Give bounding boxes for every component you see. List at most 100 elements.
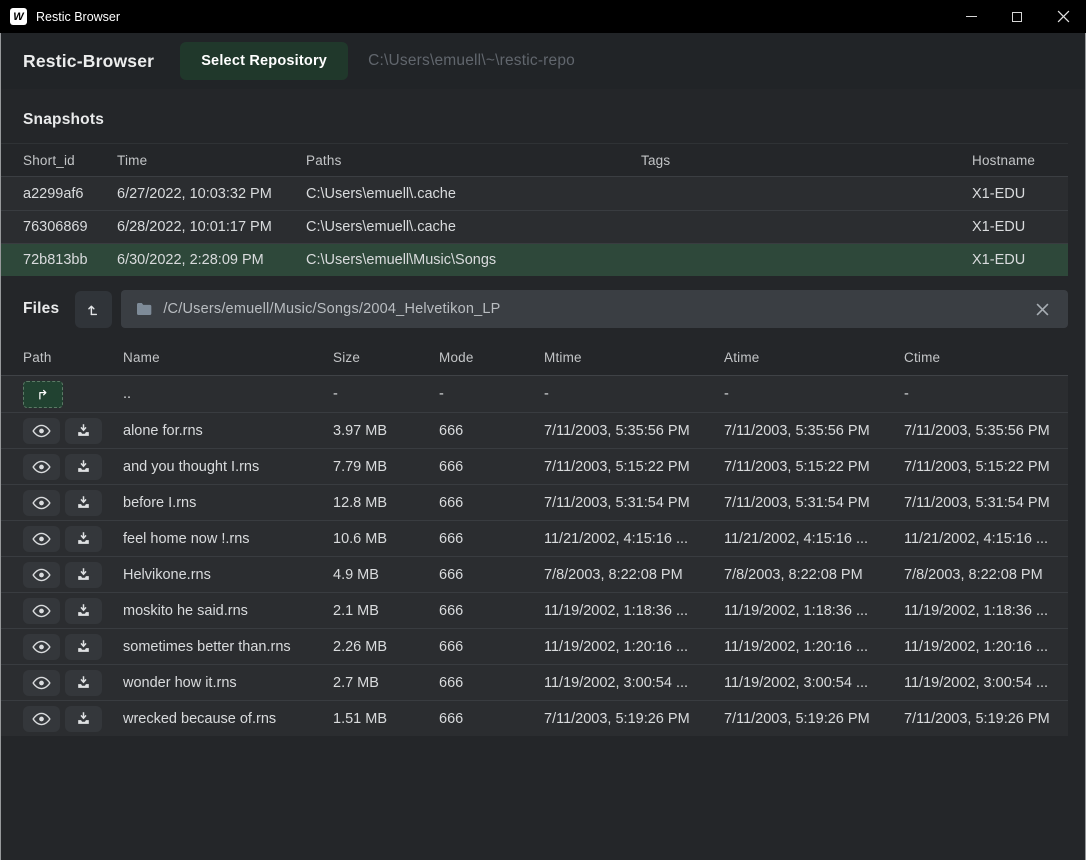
- file-mode: 666: [439, 531, 544, 547]
- column-header-short-id: Short_id: [23, 153, 117, 168]
- file-row[interactable]: wrecked because of.rns 1.51 MB 666 7/11/…: [1, 700, 1068, 736]
- snapshot-paths: C:\Users\emuell\.cache: [306, 219, 641, 235]
- file-row[interactable]: wonder how it.rns 2.7 MB 666 11/19/2002,…: [1, 664, 1068, 700]
- file-ctime: 11/19/2002, 3:00:54 ...: [904, 675, 1068, 691]
- view-file-button[interactable]: [23, 706, 60, 732]
- file-row[interactable]: sometimes better than.rns 2.26 MB 666 11…: [1, 628, 1068, 664]
- snapshot-time: 6/27/2022, 10:03:32 PM: [117, 186, 306, 202]
- download-icon: [76, 603, 91, 618]
- view-file-button[interactable]: [23, 670, 60, 696]
- maximize-button[interactable]: [994, 0, 1040, 33]
- file-mtime: 7/11/2003, 5:19:26 PM: [544, 711, 724, 727]
- download-file-button[interactable]: [65, 634, 102, 660]
- file-atime: 7/11/2003, 5:19:26 PM: [724, 711, 904, 727]
- view-file-button[interactable]: [23, 598, 60, 624]
- parent-directory-button[interactable]: [23, 381, 63, 408]
- snapshot-row[interactable]: 76306869 6/28/2022, 10:01:17 PM C:\Users…: [1, 210, 1068, 243]
- download-file-button[interactable]: [65, 526, 102, 552]
- snapshot-row-selected[interactable]: 72b813bb 6/30/2022, 2:28:09 PM C:\Users\…: [1, 243, 1068, 276]
- download-file-button[interactable]: [65, 562, 102, 588]
- view-file-button[interactable]: [23, 562, 60, 588]
- snapshot-paths: C:\Users\emuell\Music\Songs: [306, 252, 641, 268]
- file-mode: 666: [439, 459, 544, 475]
- file-size: -: [333, 386, 439, 402]
- download-file-button[interactable]: [65, 598, 102, 624]
- file-mtime: 11/19/2002, 3:00:54 ...: [544, 675, 724, 691]
- download-file-button[interactable]: [65, 706, 102, 732]
- snapshots-section-title: Snapshots: [1, 89, 1085, 143]
- file-row[interactable]: feel home now !.rns 10.6 MB 666 11/21/20…: [1, 520, 1068, 556]
- file-name: feel home now !.rns: [123, 531, 333, 547]
- file-mode: 666: [439, 675, 544, 691]
- snapshot-paths: C:\Users\emuell\.cache: [306, 186, 641, 202]
- file-ctime: 11/19/2002, 1:18:36 ...: [904, 603, 1068, 619]
- file-mode: 666: [439, 639, 544, 655]
- clear-icon: [1036, 303, 1049, 316]
- file-row[interactable]: before I.rns 12.8 MB 666 7/11/2003, 5:31…: [1, 484, 1068, 520]
- file-ctime: 7/11/2003, 5:31:54 PM: [904, 495, 1068, 511]
- view-file-button[interactable]: [23, 634, 60, 660]
- file-ctime: -: [904, 386, 1068, 402]
- eye-icon: [32, 712, 51, 726]
- file-mode: 666: [439, 495, 544, 511]
- app-header: Restic-Browser Select Repository C:\User…: [1, 33, 1085, 89]
- download-icon: [76, 567, 91, 582]
- snapshots-table-header: Short_id Time Paths Tags Hostname: [1, 143, 1068, 177]
- file-size: 12.8 MB: [333, 495, 439, 511]
- file-mtime: 7/11/2003, 5:35:56 PM: [544, 423, 724, 439]
- download-icon: [76, 711, 91, 726]
- download-file-button[interactable]: [65, 490, 102, 516]
- file-mtime: 7/11/2003, 5:31:54 PM: [544, 495, 724, 511]
- current-path-bar[interactable]: /C/Users/emuell/Music/Songs/2004_Helveti…: [121, 290, 1068, 328]
- view-file-button[interactable]: [23, 490, 60, 516]
- download-file-button[interactable]: [65, 454, 102, 480]
- file-atime: 7/11/2003, 5:31:54 PM: [724, 495, 904, 511]
- download-file-button[interactable]: [65, 670, 102, 696]
- titlebar: W Restic Browser: [0, 0, 1086, 33]
- file-atime: 7/11/2003, 5:15:22 PM: [724, 459, 904, 475]
- file-row[interactable]: alone for.rns 3.97 MB 666 7/11/2003, 5:3…: [1, 412, 1068, 448]
- download-icon: [76, 531, 91, 546]
- file-size: 4.9 MB: [333, 567, 439, 583]
- snapshot-row[interactable]: a2299af6 6/27/2022, 10:03:32 PM C:\Users…: [1, 177, 1068, 210]
- file-atime: 11/19/2002, 1:20:16 ...: [724, 639, 904, 655]
- parent-directory-row[interactable]: .. - - - - -: [1, 376, 1068, 412]
- file-row[interactable]: and you thought I.rns 7.79 MB 666 7/11/2…: [1, 448, 1068, 484]
- column-header-hostname: Hostname: [972, 153, 1068, 168]
- clear-path-button[interactable]: [1032, 299, 1053, 320]
- file-atime: 11/19/2002, 3:00:54 ...: [724, 675, 904, 691]
- file-size: 10.6 MB: [333, 531, 439, 547]
- download-file-button[interactable]: [65, 418, 102, 444]
- repository-path: C:\Users\emuell\~\restic-repo: [368, 52, 575, 70]
- file-name: before I.rns: [123, 495, 333, 511]
- eye-icon: [32, 604, 51, 618]
- download-icon: [76, 639, 91, 654]
- file-size: 7.79 MB: [333, 459, 439, 475]
- minimize-button[interactable]: [948, 0, 994, 33]
- view-file-button[interactable]: [23, 526, 60, 552]
- arrow-up-right-icon: [34, 387, 52, 402]
- file-row[interactable]: moskito he said.rns 2.1 MB 666 11/19/200…: [1, 592, 1068, 628]
- snapshot-hostname: X1-EDU: [972, 186, 1068, 202]
- select-repository-button[interactable]: Select Repository: [180, 42, 348, 80]
- view-file-button[interactable]: [23, 454, 60, 480]
- download-icon: [76, 675, 91, 690]
- file-name: sometimes better than.rns: [123, 639, 333, 655]
- file-ctime: 7/11/2003, 5:19:26 PM: [904, 711, 1068, 727]
- snapshots-table: Short_id Time Paths Tags Hostname a2299a…: [1, 143, 1068, 276]
- window-title: Restic Browser: [36, 10, 120, 24]
- file-row[interactable]: Helvikone.rns 4.9 MB 666 7/8/2003, 8:22:…: [1, 556, 1068, 592]
- file-mtime: 11/19/2002, 1:18:36 ...: [544, 603, 724, 619]
- download-icon: [76, 459, 91, 474]
- dump-snapshot-button[interactable]: [75, 291, 112, 328]
- file-size: 2.7 MB: [333, 675, 439, 691]
- snapshot-hostname: X1-EDU: [972, 219, 1068, 235]
- app-icon: W: [10, 8, 27, 25]
- view-file-button[interactable]: [23, 418, 60, 444]
- column-header-size: Size: [333, 350, 439, 365]
- window-controls: [948, 0, 1086, 33]
- file-name: moskito he said.rns: [123, 603, 333, 619]
- file-name: and you thought I.rns: [123, 459, 333, 475]
- close-button[interactable]: [1040, 0, 1086, 33]
- file-mode: 666: [439, 567, 544, 583]
